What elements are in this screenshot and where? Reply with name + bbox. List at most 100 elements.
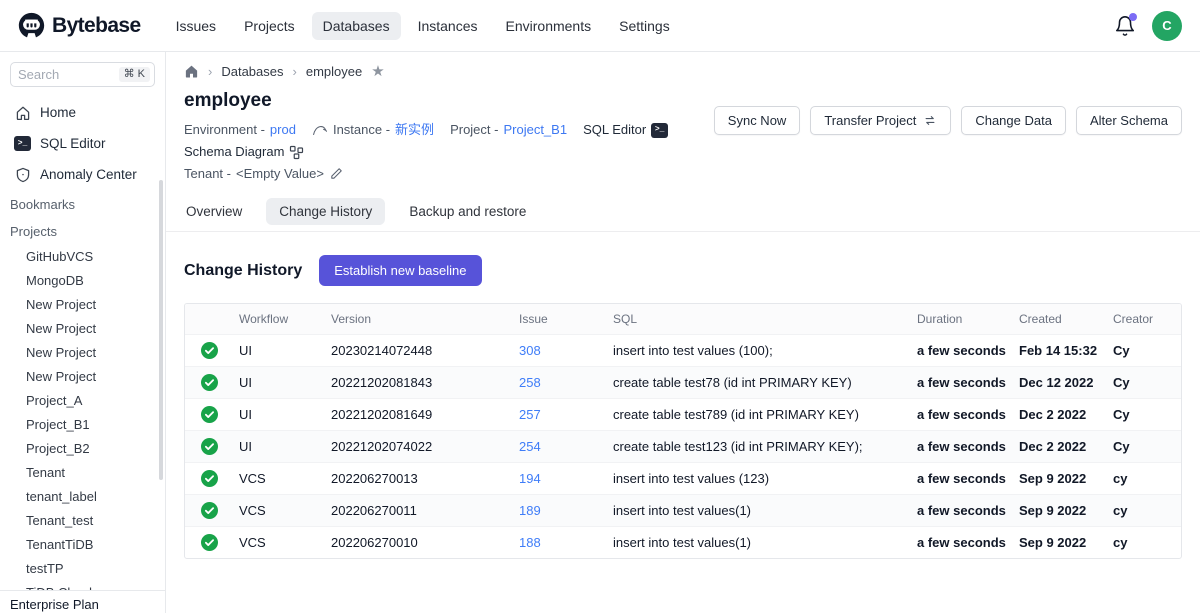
sidebar-project-new-project-2[interactable]: New Project (0, 316, 165, 340)
table-row[interactable]: UI 20221202081649 257 create table test7… (185, 398, 1181, 430)
sidebar-project-tenant-test[interactable]: Tenant_test (0, 508, 165, 532)
transfer-project-button[interactable]: Transfer Project (810, 106, 951, 135)
table-row[interactable]: UI 20221202074022 254 create table test1… (185, 430, 1181, 462)
user-avatar[interactable]: C (1152, 11, 1182, 41)
nav-item-settings[interactable]: Settings (608, 12, 681, 40)
environment-link[interactable]: prod (270, 119, 296, 141)
nav-item-instances[interactable]: Instances (407, 12, 489, 40)
cell-workflow: VCS (233, 496, 325, 525)
cell-version: 20221202074022 (325, 432, 513, 461)
environment-label: Environment - (184, 119, 265, 141)
sidebar-project-githubvcs[interactable]: GitHubVCS (0, 244, 165, 268)
issue-link[interactable]: 257 (519, 407, 541, 422)
sidebar-search[interactable]: ⌘ K (10, 62, 155, 87)
sidebar-item-anomaly-center[interactable]: Anomaly Center (0, 159, 165, 190)
sidebar-project-project-b2[interactable]: Project_B2 (0, 436, 165, 460)
sidebar-project-tenanttidb[interactable]: TenantTiDB (0, 532, 165, 556)
breadcrumb-databases[interactable]: Databases (221, 64, 283, 79)
table-row[interactable]: VCS 202206270011 189 insert into test va… (185, 494, 1181, 526)
nav-item-environments[interactable]: Environments (495, 12, 603, 40)
sidebar-project-tenant[interactable]: Tenant (0, 460, 165, 484)
instance-label: Instance - (333, 119, 390, 141)
cell-sql: insert into test values (123) (607, 464, 911, 493)
issue-link[interactable]: 194 (519, 471, 541, 486)
sidebar-scrollbar[interactable] (159, 180, 163, 480)
column-duration: Duration (911, 304, 1013, 334)
sidebar-project-project-b1[interactable]: Project_B1 (0, 412, 165, 436)
issue-link[interactable]: 308 (519, 343, 541, 358)
cell-creator: cy (1107, 496, 1181, 525)
cell-duration: a few seconds (911, 464, 1013, 493)
breadcrumb: › Databases › employee ★ (184, 64, 1182, 79)
sidebar-item-sql-editor[interactable]: >_ SQL Editor (0, 128, 165, 159)
sidebar-project-new-project-3[interactable]: New Project (0, 340, 165, 364)
column-issue: Issue (513, 304, 607, 334)
issue-link[interactable]: 188 (519, 535, 541, 550)
breadcrumb-employee[interactable]: employee (306, 64, 362, 79)
breadcrumb-home-icon[interactable] (184, 64, 199, 79)
table-row[interactable]: VCS 202206270013 194 insert into test va… (185, 462, 1181, 494)
meta-environment: Environment - prod (184, 119, 296, 141)
table-body: UI 20230214072448 308 insert into test v… (185, 334, 1181, 558)
tab-backup-and-restore[interactable]: Backup and restore (407, 198, 528, 225)
issue-link[interactable]: 258 (519, 375, 541, 390)
sidebar-project-new-project-1[interactable]: New Project (0, 292, 165, 316)
tab-change-history[interactable]: Change History (266, 198, 385, 225)
meta-tenant: Tenant - <Empty Value> (184, 163, 343, 185)
tab-overview[interactable]: Overview (184, 198, 244, 225)
table-row[interactable]: UI 20221202081843 258 create table test7… (185, 366, 1181, 398)
sidebar-section-projects[interactable]: Projects (0, 217, 165, 244)
database-tabs: Overview Change History Backup and resto… (184, 198, 1182, 225)
bytebase-logo[interactable]: Bytebase (18, 12, 141, 39)
issue-link[interactable]: 254 (519, 439, 541, 454)
sidebar-project-testtp[interactable]: testTP (0, 556, 165, 580)
project-link[interactable]: Project_B1 (503, 119, 567, 141)
cell-workflow: UI (233, 336, 325, 365)
column-created: Created (1013, 304, 1107, 334)
topnav-right: C (1114, 11, 1182, 41)
alter-schema-button[interactable]: Alter Schema (1076, 106, 1182, 135)
table-row[interactable]: UI 20230214072448 308 insert into test v… (185, 334, 1181, 366)
nav-item-databases[interactable]: Databases (312, 12, 401, 40)
establish-new-baseline-button[interactable]: Establish new baseline (319, 255, 481, 286)
meta-sql-editor[interactable]: SQL Editor >_ (583, 119, 668, 141)
notification-bell-icon[interactable] (1114, 15, 1136, 37)
cell-creator: Cy (1107, 336, 1181, 365)
table-row[interactable]: VCS 202206270010 188 insert into test va… (185, 526, 1181, 558)
cell-duration: a few seconds (911, 432, 1013, 461)
change-data-button[interactable]: Change Data (961, 106, 1066, 135)
home-icon (14, 104, 31, 121)
sidebar-item-home[interactable]: Home (0, 97, 165, 128)
nav-item-projects[interactable]: Projects (233, 12, 306, 40)
database-meta: Environment - prod Instance - 新实例 Projec… (184, 119, 764, 185)
cell-duration: a few seconds (911, 528, 1013, 557)
sidebar-item-label: Anomaly Center (40, 167, 137, 182)
cell-created: Dec 2 2022 (1013, 400, 1107, 429)
transfer-project-label: Transfer Project (824, 113, 916, 128)
brand-name: Bytebase (52, 14, 141, 38)
meta-schema-diagram[interactable]: Schema Diagram (184, 141, 304, 163)
sync-now-button[interactable]: Sync Now (714, 106, 801, 135)
success-check-icon (185, 495, 233, 526)
sidebar-project-mongodb[interactable]: MongoDB (0, 268, 165, 292)
cell-duration: a few seconds (911, 336, 1013, 365)
issue-link[interactable]: 189 (519, 503, 541, 518)
sidebar-section-bookmarks[interactable]: Bookmarks (0, 190, 165, 217)
nav-item-issues[interactable]: Issues (165, 12, 227, 40)
plan-badge[interactable]: Enterprise Plan (0, 590, 165, 613)
sidebar-project-project-a[interactable]: Project_A (0, 388, 165, 412)
cell-sql: create table test123 (id int PRIMARY KEY… (607, 432, 911, 461)
instance-link[interactable]: 新实例 (395, 119, 434, 141)
cell-issue: 194 (513, 464, 607, 493)
breadcrumb-separator: › (293, 64, 297, 79)
search-input[interactable] (18, 67, 119, 82)
tenant-value: <Empty Value> (236, 163, 324, 185)
sidebar-project-new-project-4[interactable]: New Project (0, 364, 165, 388)
sidebar-project-tenant-label[interactable]: tenant_label (0, 484, 165, 508)
success-check-icon (185, 527, 233, 558)
cell-sql: create table test789 (id int PRIMARY KEY… (607, 400, 911, 429)
success-check-icon (185, 367, 233, 398)
edit-tenant-pencil-icon[interactable] (329, 167, 343, 181)
schema-diagram-icon (289, 145, 304, 160)
favorite-star-icon[interactable]: ★ (371, 64, 384, 79)
